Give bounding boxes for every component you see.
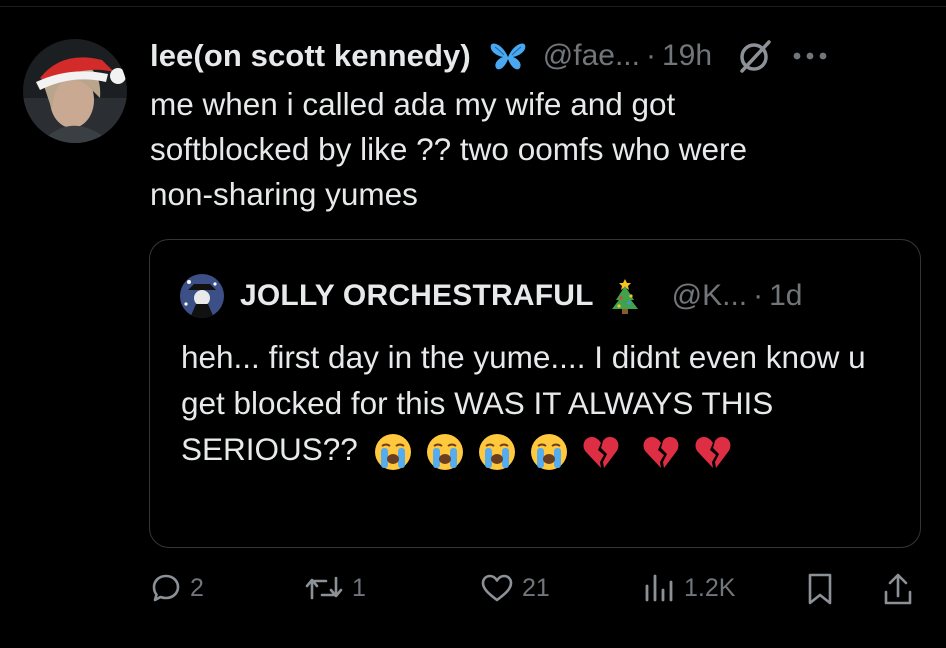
- grok-icon[interactable]: [738, 39, 772, 73]
- separator-dot: ·: [753, 279, 764, 312]
- avatar[interactable]: [22, 38, 128, 144]
- views-button[interactable]: 1.2K: [642, 572, 735, 604]
- broken-heart-icon: [641, 432, 681, 472]
- loudly-crying-face-icon: [529, 432, 569, 472]
- bookmark-button[interactable]: [806, 572, 834, 606]
- quoted-tweet-header: JOLLY ORCHESTRAFUL @K... · 1d: [180, 274, 802, 318]
- user-handle[interactable]: @fae...: [543, 39, 640, 73]
- quoted-user-handle[interactable]: @K...: [672, 279, 747, 313]
- tweet-text: me when i called ada my wife and got sof…: [150, 86, 748, 212]
- like-count: 21: [522, 573, 550, 602]
- heart-icon: [481, 574, 513, 602]
- quoted-timestamp[interactable]: 1d: [769, 279, 802, 313]
- broken-heart-icon: [693, 432, 733, 472]
- bookmark-icon: [808, 573, 832, 605]
- repost-button[interactable]: 1: [304, 572, 366, 604]
- timestamp[interactable]: 19h: [662, 39, 712, 73]
- reply-icon: [152, 574, 180, 602]
- divider: [0, 6, 946, 7]
- christmas-tree-icon: [608, 276, 642, 316]
- broken-heart-icon: [581, 432, 621, 472]
- emoji-group-2: [641, 432, 745, 472]
- reply-count: 2: [190, 573, 204, 602]
- views-count: 1.2K: [684, 573, 736, 602]
- display-name[interactable]: lee(on scott kennedy): [150, 38, 471, 74]
- repost-icon: [305, 576, 343, 600]
- loudly-crying-face-icon: [425, 432, 465, 472]
- quoted-tweet-text: heh... first day in the yume.... I didnt…: [181, 334, 901, 475]
- repost-count: 1: [352, 573, 366, 602]
- emoji-group: [373, 429, 633, 475]
- share-icon: [884, 573, 912, 605]
- views-icon: [645, 574, 673, 602]
- quoted-avatar[interactable]: [180, 274, 224, 318]
- loudly-crying-face-icon: [477, 432, 517, 472]
- quoted-display-name[interactable]: JOLLY ORCHESTRAFUL: [240, 279, 594, 313]
- action-bar: 2 1 21 1.2K: [0, 560, 946, 620]
- more-icon[interactable]: [790, 49, 830, 63]
- separator-dot: ·: [645, 39, 656, 72]
- loudly-crying-face-icon: [373, 432, 413, 472]
- like-button[interactable]: 21: [480, 572, 550, 604]
- quoted-tweet[interactable]: JOLLY ORCHESTRAFUL @K... · 1d heh... fir…: [149, 239, 921, 548]
- tweet-header: lee(on scott kennedy) @fae... · 19h: [150, 30, 830, 82]
- share-button[interactable]: [882, 572, 914, 606]
- butterfly-icon: [489, 41, 527, 71]
- reply-button[interactable]: 2: [150, 572, 204, 604]
